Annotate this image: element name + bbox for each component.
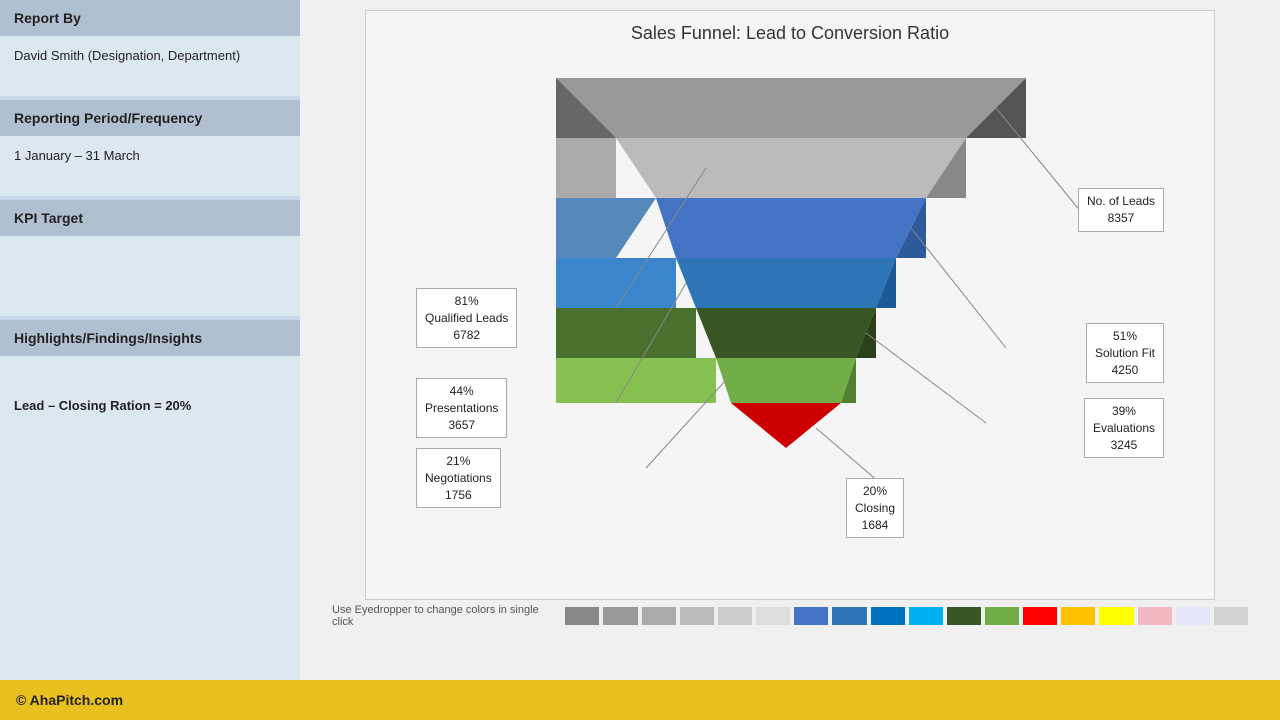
callout-line-solution bbox=[911, 228, 1006, 348]
report-by-value: David Smith (Designation, Department) bbox=[0, 36, 300, 96]
callout-qualified-value: 6782 bbox=[453, 328, 480, 342]
callout-solution-value: 4250 bbox=[1112, 363, 1139, 377]
chart-container: Sales Funnel: Lead to Conversion Ratio bbox=[365, 10, 1215, 600]
report-by-header: Report By bbox=[0, 0, 300, 36]
callout-evaluations-pct: 39% bbox=[1112, 404, 1136, 418]
funnel-stage-4 bbox=[676, 258, 896, 308]
swatch-7[interactable] bbox=[794, 607, 828, 625]
swatch-13[interactable] bbox=[1023, 607, 1057, 625]
color-swatches-bar: Use Eyedropper to change colors in singl… bbox=[316, 600, 1264, 632]
swatch-15[interactable] bbox=[1099, 607, 1133, 625]
swatch-8[interactable] bbox=[832, 607, 866, 625]
brand-label: © AhaPitch.com bbox=[16, 692, 123, 708]
callout-closing: 20% Closing 1684 bbox=[846, 478, 904, 538]
callout-negotiations: 21% Negotiations 1756 bbox=[416, 448, 501, 508]
chart-area: Sales Funnel: Lead to Conversion Ratio bbox=[300, 0, 1280, 680]
callout-evaluations-value: 3245 bbox=[1111, 438, 1138, 452]
callout-presentations-value: 3657 bbox=[448, 418, 475, 432]
callout-closing-label: Closing bbox=[855, 501, 895, 515]
swatch-2[interactable] bbox=[603, 607, 637, 625]
swatch-14[interactable] bbox=[1061, 607, 1095, 625]
callout-leads-label: No. of Leads bbox=[1087, 194, 1155, 208]
swatch-12[interactable] bbox=[985, 607, 1019, 625]
swatch-9[interactable] bbox=[871, 607, 905, 625]
callout-negotiations-pct: 21% bbox=[446, 454, 470, 468]
insights-header: Highlights/Findings/Insights bbox=[0, 320, 300, 356]
chart-title: Sales Funnel: Lead to Conversion Ratio bbox=[631, 11, 949, 48]
period-header: Reporting Period/Frequency bbox=[0, 100, 300, 136]
callout-qualified: 81% Qualified Leads 6782 bbox=[416, 288, 517, 348]
callout-presentations-label: Presentations bbox=[425, 401, 498, 415]
callout-qualified-label: Qualified Leads bbox=[425, 311, 508, 325]
insights-value: Lead – Closing Ration = 20% bbox=[14, 398, 286, 413]
callout-line-leads bbox=[996, 108, 1086, 218]
eyedropper-text: Use Eyedropper to change colors in singl… bbox=[332, 604, 551, 628]
callout-qualified-pct: 81% bbox=[455, 294, 479, 308]
callout-closing-value: 1684 bbox=[862, 518, 889, 532]
swatch-17[interactable] bbox=[1176, 607, 1210, 625]
swatch-1[interactable] bbox=[565, 607, 599, 625]
callout-leads-value: 8357 bbox=[1108, 211, 1135, 225]
funnel-stage-7 bbox=[731, 403, 841, 448]
swatch-10[interactable] bbox=[909, 607, 943, 625]
callout-closing-pct: 20% bbox=[863, 484, 887, 498]
funnel-stage-3 bbox=[656, 198, 926, 258]
period-value: 1 January – 31 March bbox=[0, 136, 300, 196]
funnel-stage-5-left bbox=[556, 308, 696, 358]
funnel-stage-2 bbox=[616, 138, 966, 198]
callout-solution: 51% Solution Fit 4250 bbox=[1086, 323, 1164, 383]
swatch-5[interactable] bbox=[718, 607, 752, 625]
swatch-3[interactable] bbox=[642, 607, 676, 625]
footer-bar: © AhaPitch.com bbox=[0, 680, 1280, 720]
swatch-11[interactable] bbox=[947, 607, 981, 625]
kpi-value bbox=[0, 236, 300, 316]
callout-line-evaluations bbox=[866, 333, 986, 423]
insights-body: Lead – Closing Ration = 20% bbox=[0, 356, 300, 680]
swatch-16[interactable] bbox=[1138, 607, 1172, 625]
callout-negotiations-label: Negotiations bbox=[425, 471, 492, 485]
kpi-header: KPI Target bbox=[0, 200, 300, 236]
callout-presentations-pct: 44% bbox=[450, 384, 474, 398]
funnel-stage-2-left bbox=[556, 138, 616, 198]
callout-leads: No. of Leads 8357 bbox=[1078, 188, 1164, 232]
callout-evaluations: 39% Evaluations 3245 bbox=[1084, 398, 1164, 458]
callout-negotiations-value: 1756 bbox=[445, 488, 472, 502]
sidebar: Report By David Smith (Designation, Depa… bbox=[0, 0, 300, 680]
funnel-stage-5 bbox=[696, 308, 876, 358]
funnel-stage-1 bbox=[556, 78, 1026, 138]
funnel-stage-6-left bbox=[556, 358, 716, 403]
callout-presentations: 44% Presentations 3657 bbox=[416, 378, 507, 438]
swatch-4[interactable] bbox=[680, 607, 714, 625]
swatch-6[interactable] bbox=[756, 607, 790, 625]
swatch-18[interactable] bbox=[1214, 607, 1248, 625]
funnel-stage-3-left bbox=[556, 198, 656, 258]
funnel-stage-4-left bbox=[556, 258, 676, 308]
funnel-wrapper: No. of Leads 8357 81% Qualified Leads 67… bbox=[366, 48, 1214, 599]
callout-evaluations-label: Evaluations bbox=[1093, 421, 1155, 435]
funnel-stage-6 bbox=[716, 358, 856, 403]
callout-solution-label: Solution Fit bbox=[1095, 346, 1155, 360]
callout-solution-pct: 51% bbox=[1113, 329, 1137, 343]
